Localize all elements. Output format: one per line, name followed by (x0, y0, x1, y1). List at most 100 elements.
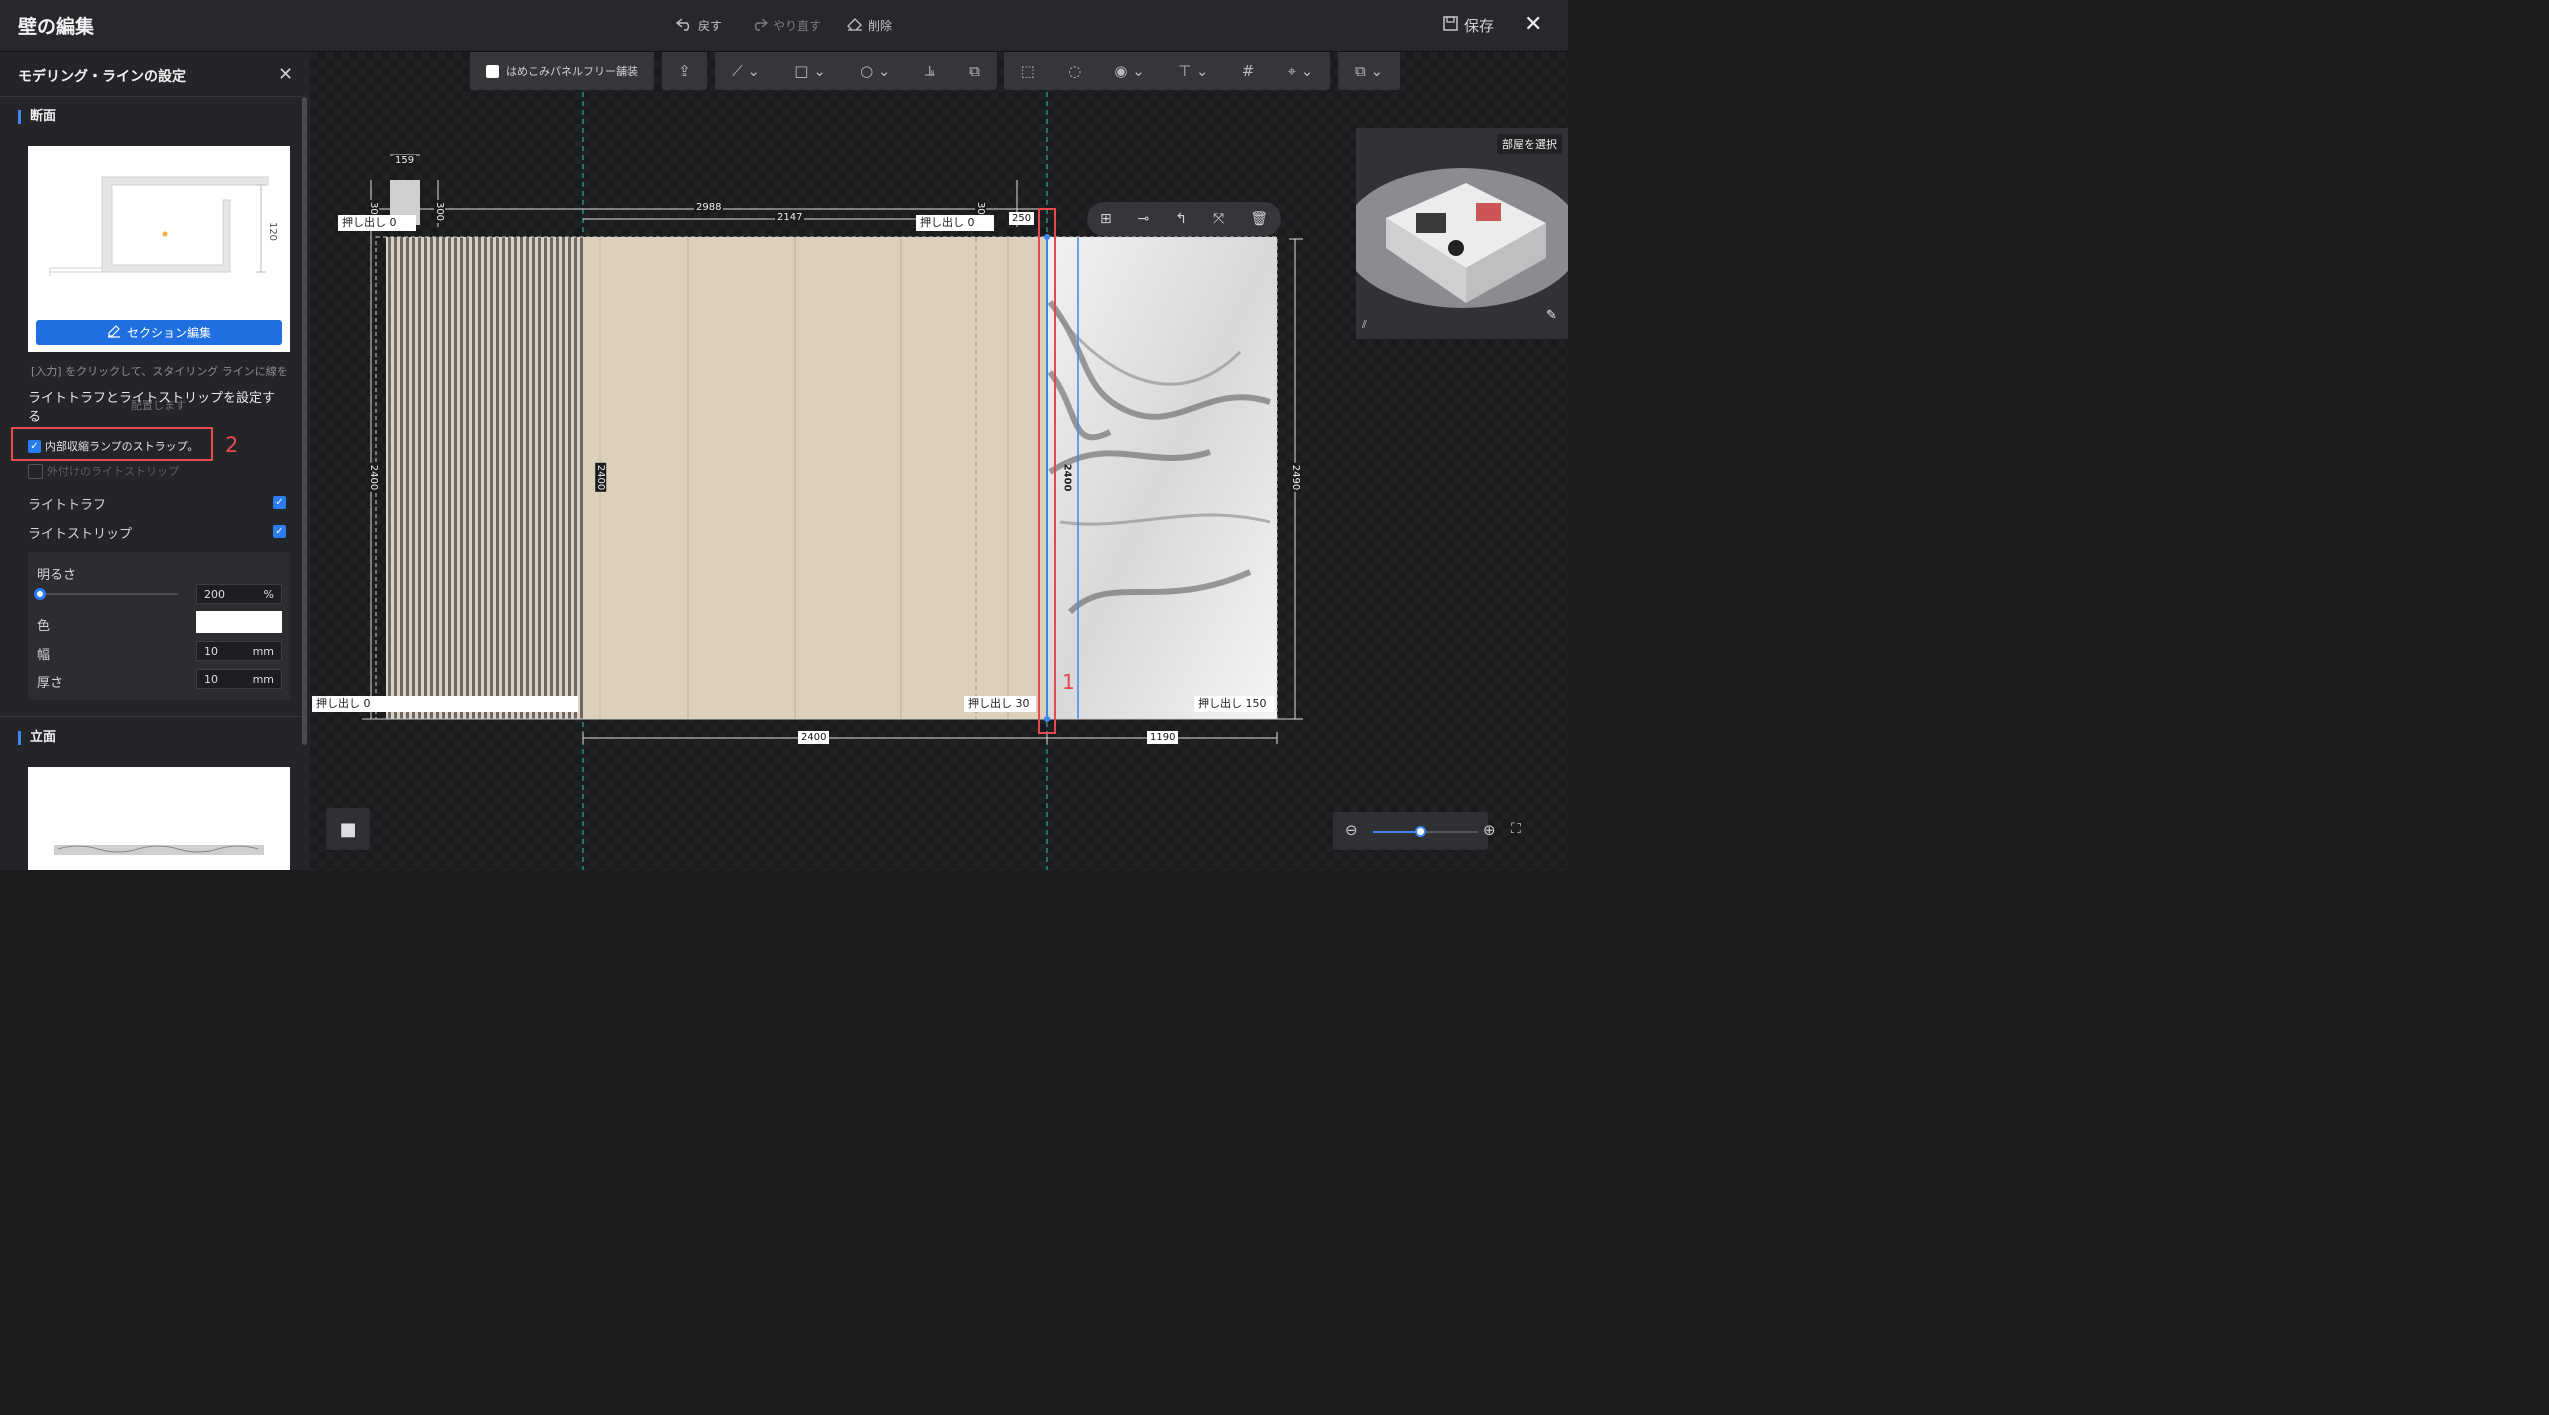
close-panel-icon[interactable]: ✕ (278, 64, 293, 85)
trash-icon[interactable]: 🗑 (1250, 211, 1268, 227)
brightness-label: 明るさ (37, 568, 77, 583)
wall-editor-canvas[interactable]: はめこみパネルフリー舗装 ⇪ ⟋ ⌄ □ ⌄ ○ ⌄ ⫡ ⧉ ⬚ ◌ ◉ ⌄ ⊤… (310, 52, 1568, 870)
cube-icon: ■ (339, 818, 357, 840)
elevation-preview (28, 767, 290, 870)
sidebar-scrollbar[interactable] (302, 97, 307, 745)
title-bar: 壁の編集 戻す やり直す 削除 保存 ✕ (0, 0, 1568, 52)
section-edit-label: セクション編集 (126, 326, 211, 340)
brightness-slider-thumb[interactable] (34, 588, 46, 600)
light-settings-heading: ライトトラフとライトストリップを設定す る (28, 389, 275, 427)
elevation-preview-image (54, 845, 264, 855)
dimension-label: 2988 (694, 202, 724, 213)
undo-label: 戻す (698, 19, 723, 33)
room-select-button[interactable]: 部屋を選択 (1497, 134, 1562, 154)
dimension-label: 250 (1009, 212, 1035, 225)
width-value: 10 (204, 644, 218, 658)
section-edit-button[interactable]: セクション編集 (36, 320, 282, 345)
divider (0, 716, 302, 717)
color-label: 色 (37, 619, 51, 634)
close-window-icon[interactable]: ✕ (1524, 12, 1542, 37)
redo-button[interactable]: やり直す (751, 17, 821, 34)
dimension-label: 2400 (368, 462, 380, 493)
save-label: 保存 (1464, 17, 1495, 35)
slat-panel[interactable] (386, 237, 583, 719)
room-3d-preview (1356, 168, 1568, 308)
delete-button[interactable]: 削除 (847, 17, 892, 34)
redo-icon (751, 17, 769, 34)
selection-toolbar: ⊞ ⊸ ↰ ⤧ 🗑 (1087, 202, 1281, 236)
resize-handle-icon[interactable]: ⫽ (1362, 318, 1367, 332)
divider (0, 96, 302, 97)
save-button[interactable]: 保存 (1443, 15, 1494, 36)
zoom-out-icon[interactable]: ⊖ (1345, 821, 1358, 839)
profile-dimension: 120 (267, 221, 279, 242)
extrude-text: 押し出し (968, 697, 1012, 710)
extrude-label[interactable]: 押し出し 0 (312, 696, 578, 712)
split-line-icon[interactable]: ⊸ (1138, 211, 1150, 227)
undo-button[interactable]: 戻す (675, 17, 723, 34)
zoom-slider-thumb[interactable] (1415, 826, 1427, 837)
thickness-unit: mm (252, 672, 274, 686)
fit-view-icon[interactable]: ⛶ (1511, 821, 1521, 837)
heading-line: る (28, 410, 42, 425)
annotation-marker-2: 2 (225, 433, 239, 457)
dimension-label: 159 (393, 155, 417, 166)
section-header-elevation: 立面 (18, 731, 56, 745)
add-copy-icon[interactable]: ⊞ (1100, 211, 1112, 227)
marble-panel[interactable] (1047, 237, 1277, 719)
edit-view-icon[interactable]: ✎ (1546, 308, 1557, 323)
curve-icon[interactable]: ↰ (1175, 211, 1187, 227)
thickness-label: 厚さ (37, 676, 64, 691)
brightness-value: 200 (204, 587, 225, 601)
brightness-slider-track[interactable] (40, 593, 178, 595)
undo-icon (675, 17, 693, 34)
window-title: 壁の編集 (18, 16, 95, 38)
light-strip-checkbox[interactable]: ✓ (273, 525, 286, 538)
width-label: 幅 (37, 648, 51, 663)
extrude-value: 0 (389, 216, 397, 229)
annotation-marker-1: 1 (1062, 670, 1075, 694)
redo-label: やり直す (773, 19, 822, 33)
extrude-value: 0 (363, 697, 371, 710)
extrude-label[interactable]: 押し出し 150 (1194, 696, 1274, 712)
room-minimap[interactable]: 部屋を選択 ✎ ⫽ (1356, 128, 1568, 339)
save-icon (1443, 16, 1458, 35)
dimension-label: 300 (434, 199, 446, 224)
external-strip-option[interactable]: 外付けのライトストリップ (28, 463, 179, 479)
move-icon[interactable]: ⤧ (1213, 211, 1224, 227)
extrude-value: 0 (967, 216, 975, 229)
sidebar-title: モデリング・ラインの設定 (18, 69, 186, 85)
zoom-control: ⊖ ⊕ ⛶ (1333, 812, 1521, 850)
external-strip-label: 外付けのライトストリップ (47, 465, 179, 478)
color-picker[interactable] (196, 611, 282, 633)
extrude-value: 150 (1245, 697, 1267, 710)
width-unit: mm (252, 644, 274, 658)
brightness-unit: % (263, 587, 274, 601)
extrude-text: 押し出し (316, 697, 360, 710)
dimension-label: 2400 (595, 462, 607, 493)
wood-panel[interactable] (583, 237, 1047, 719)
thickness-input[interactable]: 10 mm (196, 669, 282, 689)
view-3d-button[interactable]: ■ (326, 808, 370, 850)
highlight-box (11, 427, 213, 461)
extrude-text: 押し出し (920, 216, 964, 229)
dimension-label: 2400 (798, 731, 830, 744)
light-trough-checkbox[interactable]: ✓ (273, 496, 286, 509)
width-input[interactable]: 10 mm (196, 641, 282, 661)
brightness-input[interactable]: 200 % (196, 584, 282, 604)
dimension-label: 2147 (775, 212, 805, 223)
zoom-slider-fill (1373, 831, 1421, 833)
extrude-text: 押し出し (1198, 697, 1242, 710)
extrude-label[interactable]: 押し出し 0 (338, 215, 416, 231)
heading-line: ライトトラフとライトストリップを設定す (28, 391, 276, 406)
eraser-icon (847, 17, 863, 34)
zoom-in-icon[interactable]: ⊕ (1483, 821, 1496, 839)
edit-section-icon (107, 324, 121, 341)
extrude-value: 30 (1015, 697, 1030, 710)
light-strip-label: ライトストリップ (28, 527, 133, 542)
section-header-cross-section: 断面 (18, 110, 56, 124)
light-properties-panel: 明るさ 200 % 色 幅 10 mm 厚さ 10 mm (28, 552, 290, 700)
extrude-label[interactable]: 押し出し 30 (964, 696, 1036, 712)
extrude-label[interactable]: 押し出し 0 (916, 215, 994, 231)
checkbox-unchecked-icon[interactable] (28, 463, 43, 479)
